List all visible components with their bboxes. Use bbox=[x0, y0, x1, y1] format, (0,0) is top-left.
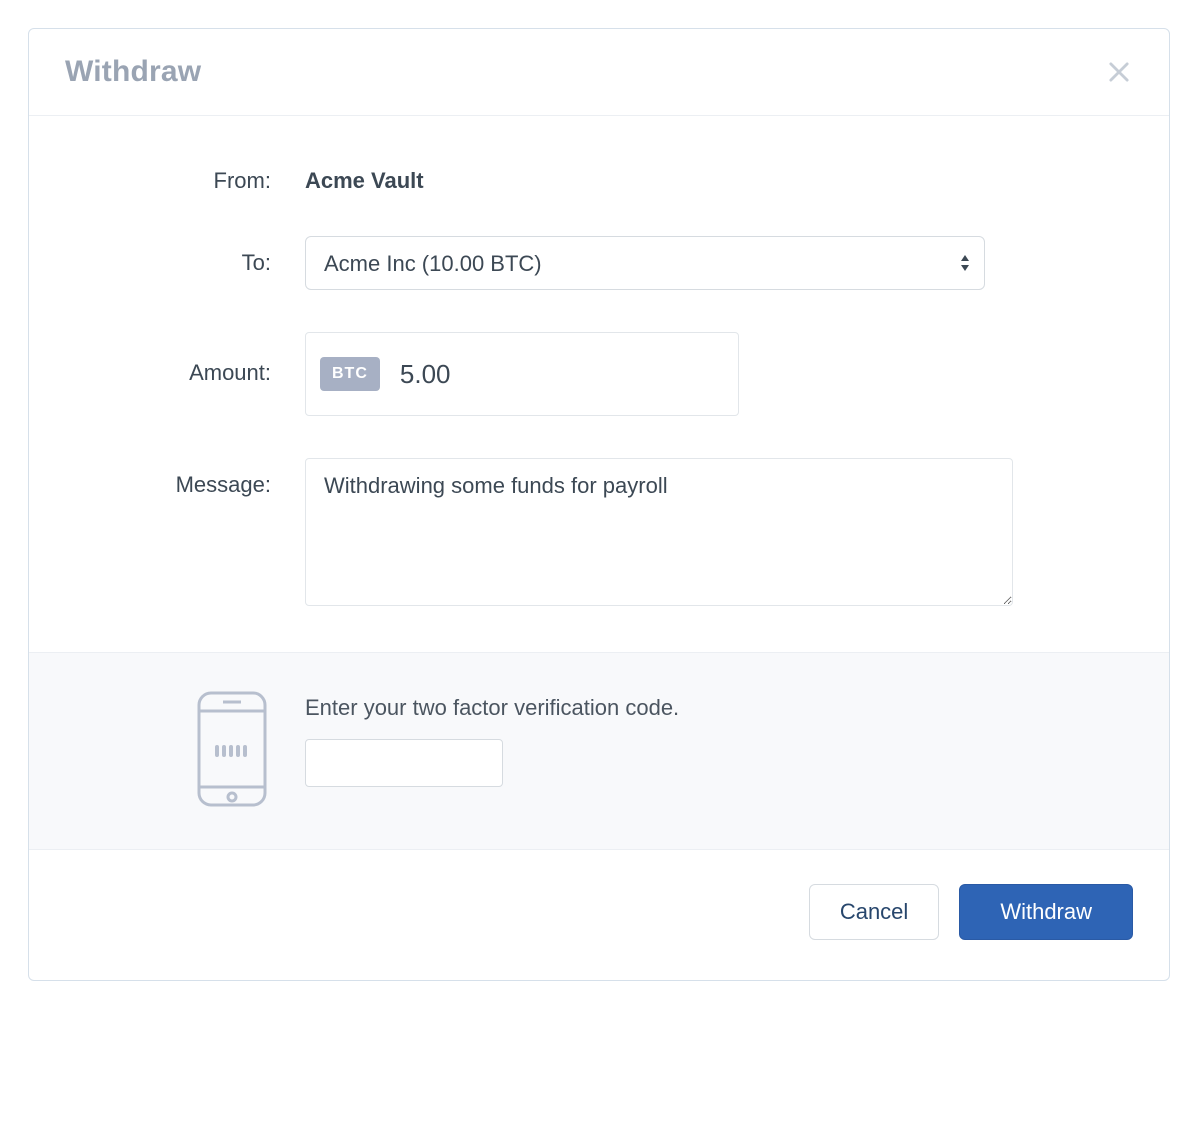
modal-title: Withdraw bbox=[65, 55, 201, 89]
currency-badge: BTC bbox=[320, 357, 380, 391]
from-label: From: bbox=[65, 162, 305, 194]
to-row: To: Acme Inc (10.00 BTC) bbox=[65, 236, 1133, 290]
withdraw-modal: Withdraw From: Acme Vault To: bbox=[28, 28, 1170, 981]
from-value: Acme Vault bbox=[305, 162, 1133, 194]
cancel-button[interactable]: Cancel bbox=[809, 884, 939, 940]
from-row: From: Acme Vault bbox=[65, 162, 1133, 194]
message-label: Message: bbox=[65, 458, 305, 498]
close-icon bbox=[1105, 58, 1133, 86]
modal-header: Withdraw bbox=[29, 29, 1169, 116]
twofa-code-input[interactable] bbox=[305, 739, 503, 787]
amount-field-wrap: BTC bbox=[305, 332, 739, 416]
amount-input[interactable] bbox=[398, 358, 737, 391]
phone-icon bbox=[193, 689, 271, 809]
modal-body: From: Acme Vault To: Acme Inc (10.00 BTC… bbox=[29, 116, 1169, 652]
twofa-section: Enter your two factor verification code. bbox=[29, 652, 1169, 850]
amount-row: Amount: BTC bbox=[65, 332, 1133, 416]
withdraw-button[interactable]: Withdraw bbox=[959, 884, 1133, 940]
message-textarea[interactable] bbox=[305, 458, 1013, 606]
to-select[interactable]: Acme Inc (10.00 BTC) bbox=[305, 236, 985, 290]
close-button[interactable] bbox=[1105, 58, 1133, 86]
message-row: Message: bbox=[65, 458, 1133, 612]
modal-footer: Cancel Withdraw bbox=[29, 850, 1169, 980]
twofa-prompt: Enter your two factor verification code. bbox=[305, 695, 1133, 721]
amount-label: Amount: bbox=[65, 332, 305, 386]
to-label: To: bbox=[65, 236, 305, 276]
